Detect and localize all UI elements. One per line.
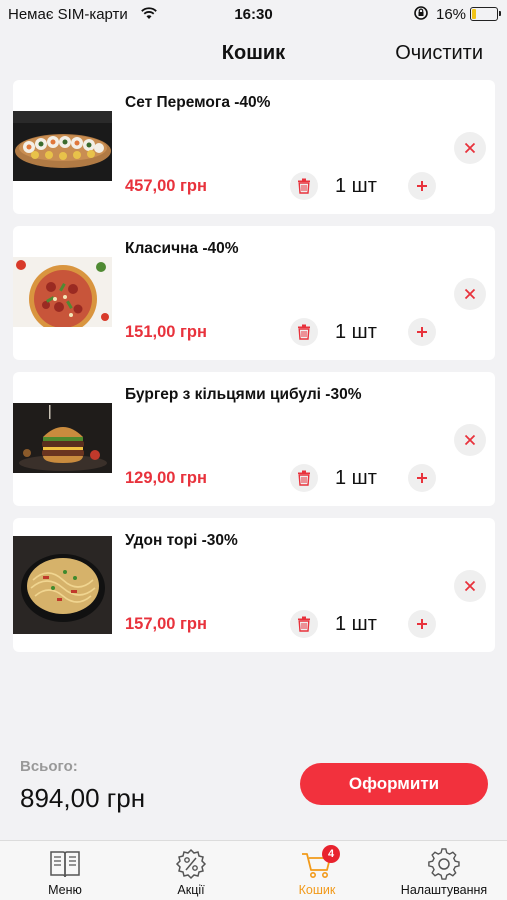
tab-label: Акції [177, 883, 205, 897]
trash-icon [298, 470, 310, 486]
plus-icon [417, 181, 427, 191]
product-price: 157,00 грн [125, 615, 207, 633]
trash-icon [298, 324, 310, 340]
tab-menu[interactable]: Меню [30, 841, 100, 900]
menu-book-icon [50, 851, 80, 878]
increase-quantity-button[interactable] [408, 610, 436, 638]
total-label: Всього: [20, 758, 78, 775]
quantity-value: 1 шт [335, 321, 377, 343]
clear-cart-button[interactable]: Очистити [395, 42, 483, 65]
checkout-button[interactable]: Оформити [300, 763, 488, 805]
total-value: 894,00 грн [20, 783, 146, 813]
cart-item: Сет Перемога -40% 457,00 грн 1 шт [13, 80, 495, 214]
remove-item-button[interactable] [454, 132, 486, 164]
plus-icon [417, 619, 427, 629]
product-price: 151,00 грн [125, 323, 207, 341]
product-image-sushi-set [13, 111, 112, 181]
increase-quantity-button[interactable] [408, 172, 436, 200]
delete-item-button[interactable] [290, 610, 318, 638]
clock: 16:30 [234, 6, 273, 23]
tab-cart[interactable]: 4 Кошик [282, 841, 352, 900]
tab-promotions[interactable]: Акції [156, 841, 226, 900]
cart-item: Удон торі -30% 157,00 грн 1 шт [13, 518, 495, 652]
delete-item-button[interactable] [290, 172, 318, 200]
increase-quantity-button[interactable] [408, 318, 436, 346]
close-icon [464, 142, 476, 154]
settings-gear-icon [428, 848, 460, 880]
delete-item-button[interactable] [290, 318, 318, 346]
percent-gear-icon [175, 848, 207, 880]
tab-label: Кошик [298, 883, 336, 897]
remove-item-button[interactable] [454, 278, 486, 310]
tab-label: Налаштування [400, 883, 488, 897]
plus-icon [417, 327, 427, 337]
tab-bar: Меню Акції 4 Кошик Налаштування [0, 840, 507, 900]
product-name: Сет Перемога -40% [125, 94, 271, 111]
product-name: Класична -40% [125, 240, 239, 257]
quantity-value: 1 шт [335, 613, 377, 635]
quantity-value: 1 шт [335, 175, 377, 197]
cart-item: Бургер з кільцями цибулі -30% 129,00 грн… [13, 372, 495, 506]
close-icon [464, 434, 476, 446]
product-price: 129,00 грн [125, 469, 207, 487]
product-image-burger [13, 403, 112, 473]
battery-icon [470, 7, 501, 21]
product-name: Бургер з кільцями цибулі -30% [125, 386, 362, 403]
tab-settings[interactable]: Налаштування [394, 841, 494, 900]
product-image-pizza [13, 257, 112, 327]
battery-level-fill [472, 9, 476, 19]
header: Кошик Очистити [0, 30, 507, 76]
close-icon [464, 288, 476, 300]
cart-item: Класична -40% 151,00 грн 1 шт [13, 226, 495, 360]
cart-list: Сет Перемога -40% 457,00 грн 1 шт Класич… [13, 80, 495, 664]
trash-icon [298, 616, 310, 632]
close-icon [464, 580, 476, 592]
trash-icon [298, 178, 310, 194]
increase-quantity-button[interactable] [408, 464, 436, 492]
cart-icon-wrap: 4 [300, 845, 340, 880]
status-bar: Немає SIM-карти 16:30 16% [0, 0, 507, 30]
remove-item-button[interactable] [454, 570, 486, 602]
tab-label: Меню [48, 883, 82, 897]
product-price: 457,00 грн [125, 177, 207, 195]
product-name: Удон торі -30% [125, 532, 238, 549]
cart-count-badge: 4 [322, 845, 340, 863]
remove-item-button[interactable] [454, 424, 486, 456]
product-image-udon [13, 536, 112, 634]
delete-item-button[interactable] [290, 464, 318, 492]
plus-icon [417, 473, 427, 483]
quantity-value: 1 шт [335, 467, 377, 489]
rotation-lock-icon [414, 6, 428, 20]
battery-percent: 16% [436, 6, 467, 23]
